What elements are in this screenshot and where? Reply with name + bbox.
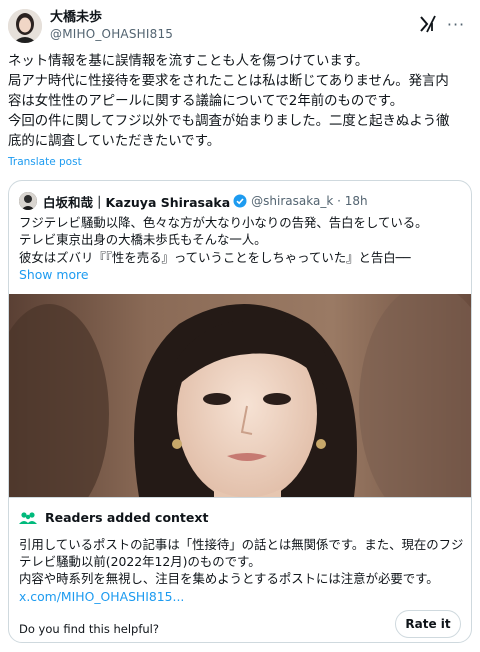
quoted-avatar[interactable] bbox=[19, 192, 37, 210]
quoted-text-line: フジテレビ騒動以降、色々な方が大なり小なりの告発、告白をしている。 bbox=[19, 215, 428, 230]
post-header: 大橋未歩 @MIHO_OHASHI815 ··· bbox=[8, 8, 472, 44]
post-text-line: 今回の件に関してフジ以外でも調査が始まりました。二度と起きぬよう徹 bbox=[8, 114, 450, 129]
community-note-link[interactable]: x.com/MIHO_OHASHI815... bbox=[19, 589, 184, 604]
grok-icon[interactable] bbox=[418, 14, 438, 34]
author-info: 大橋未歩 @MIHO_OHASHI815 bbox=[50, 10, 173, 42]
community-note: Readers added context 引用しているポストの記事は「性接待」… bbox=[9, 497, 471, 642]
translate-post-link[interactable]: Translate post bbox=[8, 156, 82, 168]
people-icon bbox=[19, 511, 37, 524]
author-name[interactable]: 大橋未歩 bbox=[50, 10, 173, 26]
community-note-title: Readers added context bbox=[45, 510, 209, 525]
rate-it-button[interactable]: Rate it bbox=[395, 610, 461, 638]
post-text-line: 容は女性性のアピールに関する議論についてで2年前のものです。 bbox=[8, 94, 404, 109]
quoted-text-line: 彼女はズバリ『『性を売る』っていうことをしちゃっていた』と告白── bbox=[19, 249, 411, 265]
quoted-photo[interactable] bbox=[9, 294, 471, 497]
quoted-text: フジテレビ騒動以降、色々な方が大なり小なりの告発、告白をしている。 テレビ東京出… bbox=[19, 214, 464, 284]
community-note-line: 内容や時系列を無視し、注目を集めようとするポストには注意が必要です。 bbox=[19, 571, 439, 587]
post-text-line: 底的に調査していただきたいです。 bbox=[8, 134, 221, 149]
community-note-line: テレビ騒動以前(2022年12月)のものです。 bbox=[19, 554, 261, 570]
verified-badge-icon bbox=[233, 194, 247, 208]
show-more-link[interactable]: Show more bbox=[19, 267, 88, 282]
post-text-line: ネット情報を基に誤情報を流すことも人を傷つけています。 bbox=[8, 54, 369, 69]
quoted-text-line: テレビ東京出身の大橋未歩氏もそんな一人。 bbox=[19, 232, 267, 248]
post-text: ネット情報を基に誤情報を流すことも人を傷つけています。 局アナ時代に性接待を要求… bbox=[8, 52, 470, 152]
avatar[interactable] bbox=[8, 9, 42, 43]
post-text-line: 局アナ時代に性接待を要求をされたことは私は断じてありません。発言内 bbox=[8, 74, 449, 89]
quoted-handle-time[interactable]: @shirasaka_k · 18h bbox=[251, 194, 367, 208]
quoted-author-name[interactable]: 白坂和哉｜Kazuya Shirasaka bbox=[43, 192, 230, 211]
helpful-question: Do you find this helpful? bbox=[19, 622, 159, 636]
quoted-post[interactable]: 白坂和哉｜Kazuya Shirasaka @shirasaka_k · 18h… bbox=[8, 180, 472, 643]
community-note-text: 引用しているポストの記事は「性接待」の話とは無関係です。また、現在のフジ テレビ… bbox=[19, 536, 464, 605]
author-handle[interactable]: @MIHO_OHASHI815 bbox=[50, 26, 173, 42]
community-note-line: 引用しているポストの記事は「性接待」の話とは無関係です。また、現在のフジ bbox=[19, 537, 464, 552]
community-note-header: Readers added context bbox=[19, 510, 208, 525]
quoted-post-header: 白坂和哉｜Kazuya Shirasaka @shirasaka_k · 18h bbox=[19, 191, 368, 211]
more-icon[interactable]: ··· bbox=[446, 12, 466, 36]
